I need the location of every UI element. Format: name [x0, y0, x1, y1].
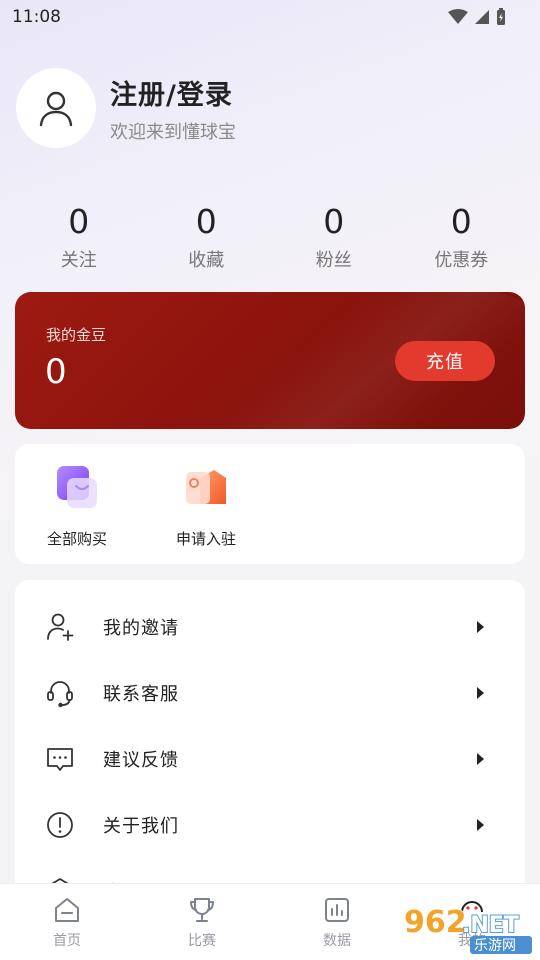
tab-label: 比赛 [188, 933, 216, 949]
stat-value: 0 [450, 202, 472, 241]
login-register-link[interactable]: 注册/登录 [110, 73, 236, 112]
home-icon [55, 898, 79, 922]
stat-favorites[interactable]: 0 收藏 [143, 200, 271, 272]
arrow-right-icon [477, 621, 484, 633]
welcome-text: 欢迎来到懂球宝 [110, 121, 236, 143]
wifi-icon [448, 9, 468, 24]
add-user-icon [47, 613, 74, 641]
stat-value: 0 [195, 202, 217, 241]
menu-label: 联系客服 [103, 684, 179, 705]
menu-label: 关于我们 [103, 816, 179, 837]
shopping-bag-icon [51, 462, 103, 514]
tab-matches[interactable]: 比赛 [162, 896, 242, 950]
stat-label: 收藏 [188, 250, 225, 271]
headset-icon [47, 681, 73, 708]
gold-beans-balance: 0 [45, 352, 67, 392]
stat-value: 0 [323, 202, 345, 241]
status-icons [448, 8, 506, 26]
arrow-right-icon [477, 819, 484, 831]
arrow-right-icon [477, 687, 484, 699]
user-icon [39, 91, 73, 127]
gold-beans-card: 我的金豆 0 充值 [15, 292, 525, 429]
quick-label: 全部购买 [46, 530, 107, 548]
svg-text:962: 962 [404, 905, 467, 940]
gold-beans-label: 我的金豆 [46, 326, 107, 344]
apply-settle-button[interactable]: 申请入驻 [151, 462, 261, 549]
quick-actions-card: 全部购买 申请入驻 [15, 444, 525, 564]
tab-label: 数据 [323, 933, 351, 949]
tab-label: 首页 [53, 933, 81, 949]
recharge-button[interactable]: 充值 [395, 341, 495, 381]
stat-coupons[interactable]: 0 优惠券 [398, 200, 526, 272]
tab-home[interactable]: 首页 [27, 896, 107, 950]
watermark-logo: 962 .NET 乐游网 [403, 904, 532, 954]
menu-item-my-invitations[interactable]: 我的邀请 [15, 594, 525, 660]
stats-row: 0 关注 0 收藏 0 粉丝 0 优惠券 [15, 200, 525, 272]
chart-icon [325, 898, 349, 922]
profile-section[interactable]: 注册/登录 欢迎来到懂球宝 [16, 68, 236, 148]
chat-bubble-icon [47, 748, 73, 771]
stat-label: 关注 [60, 250, 97, 271]
trophy-icon [190, 898, 214, 922]
arrow-right-icon [477, 753, 484, 765]
menu-item-customer-service[interactable]: 联系客服 [15, 660, 525, 726]
stat-value: 0 [68, 202, 90, 241]
avatar[interactable] [16, 68, 96, 148]
menu-item-feedback[interactable]: 建议反馈 [15, 726, 525, 792]
battery-icon [497, 8, 505, 25]
status-time: 11:08 [12, 7, 61, 27]
svg-text:.NET: .NET [462, 913, 519, 938]
menu-item-about-us[interactable]: 关于我们 [15, 792, 525, 858]
exclamation-circle-icon [47, 812, 73, 838]
signal-icon [475, 10, 489, 24]
store-icon [180, 462, 232, 514]
menu-label: 建议反馈 [103, 750, 179, 771]
quick-label: 申请入驻 [175, 530, 236, 548]
all-purchases-button[interactable]: 全部购买 [22, 462, 132, 549]
menu-label: 我的邀请 [103, 618, 179, 639]
svg-text:乐游网: 乐游网 [474, 938, 516, 954]
stat-follow[interactable]: 0 关注 [15, 200, 143, 272]
stat-label: 优惠券 [434, 250, 489, 271]
stat-fans[interactable]: 0 粉丝 [270, 200, 398, 272]
tab-data[interactable]: 数据 [297, 896, 377, 950]
status-bar: 11:08 [0, 0, 540, 34]
stat-label: 粉丝 [315, 250, 352, 271]
